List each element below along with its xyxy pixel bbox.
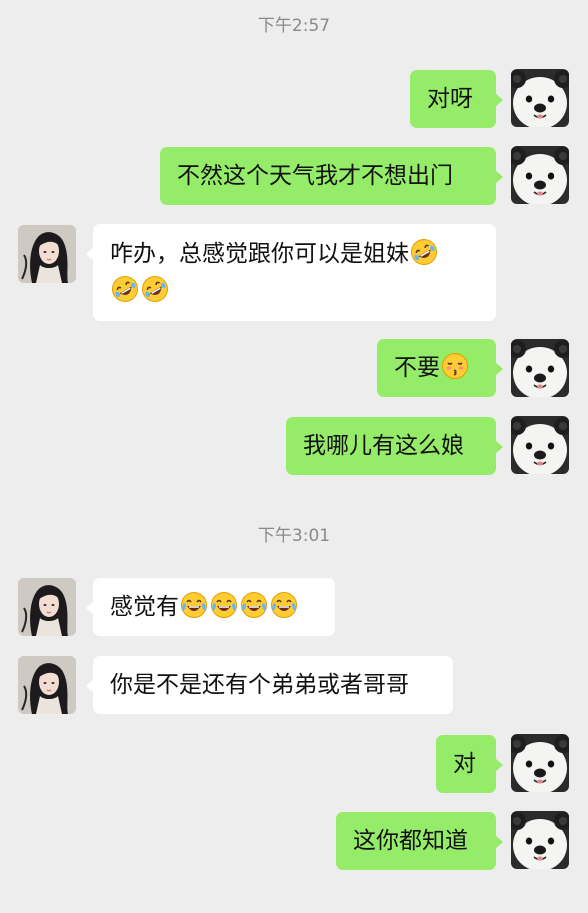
message-bubble-sent[interactable]: 对	[436, 735, 503, 793]
message-text: 感觉有	[110, 594, 179, 620]
panda-dog-avatar[interactable]	[511, 69, 569, 127]
message-bubble-received[interactable]: 感觉有	[86, 578, 335, 636]
message-text: 不要	[394, 355, 440, 381]
girl-portrait-avatar[interactable]	[18, 656, 76, 714]
tears-of-joy-emoji-icon	[270, 591, 298, 619]
panda-dog-avatar[interactable]	[511, 811, 569, 869]
panda-dog-avatar[interactable]	[511, 734, 569, 792]
tears-of-joy-emoji-icon	[240, 591, 268, 619]
message-text: 对呀	[427, 86, 473, 112]
tears-of-joy-emoji-icon	[210, 591, 238, 619]
message-text: 不然这个天气我才不想出门	[177, 163, 453, 189]
rofl-emoji-icon	[111, 275, 139, 303]
message-bubble-sent[interactable]: 不然这个天气我才不想出门	[160, 147, 503, 205]
message-bubble-sent[interactable]: 不要	[377, 339, 503, 397]
message-text: 对	[453, 751, 476, 777]
tears-of-joy-emoji-icon	[180, 591, 208, 619]
chat-conversation[interactable]: 下午2:57 对呀 不然这个天气我才不想出门 咋办，总感觉跟你可以是姐妹 不要 …	[0, 0, 588, 913]
panda-dog-avatar[interactable]	[511, 339, 569, 397]
message-text: 这你都知道	[353, 828, 468, 854]
rofl-emoji-icon	[410, 238, 438, 266]
message-bubble-received[interactable]: 咋办，总感觉跟你可以是姐妹	[86, 224, 496, 321]
message-bubble-received[interactable]: 你是不是还有个弟弟或者哥哥	[86, 656, 453, 714]
panda-dog-avatar[interactable]	[511, 146, 569, 204]
message-text: 我哪儿有这么娘	[303, 433, 464, 459]
kissing-face-emoji-icon	[441, 352, 469, 380]
message-bubble-sent[interactable]: 这你都知道	[336, 812, 503, 870]
message-bubble-sent[interactable]: 对呀	[410, 70, 503, 128]
girl-portrait-avatar[interactable]	[18, 225, 76, 283]
message-bubble-sent[interactable]: 我哪儿有这么娘	[286, 417, 503, 475]
rofl-emoji-icon	[141, 275, 169, 303]
message-text: 咋办，总感觉跟你可以是姐妹	[110, 241, 409, 267]
panda-dog-avatar[interactable]	[511, 416, 569, 474]
timestamp: 下午2:57	[257, 16, 331, 36]
message-text: 你是不是还有个弟弟或者哥哥	[110, 672, 409, 698]
timestamp: 下午3:01	[257, 526, 331, 546]
girl-portrait-avatar[interactable]	[18, 578, 76, 636]
